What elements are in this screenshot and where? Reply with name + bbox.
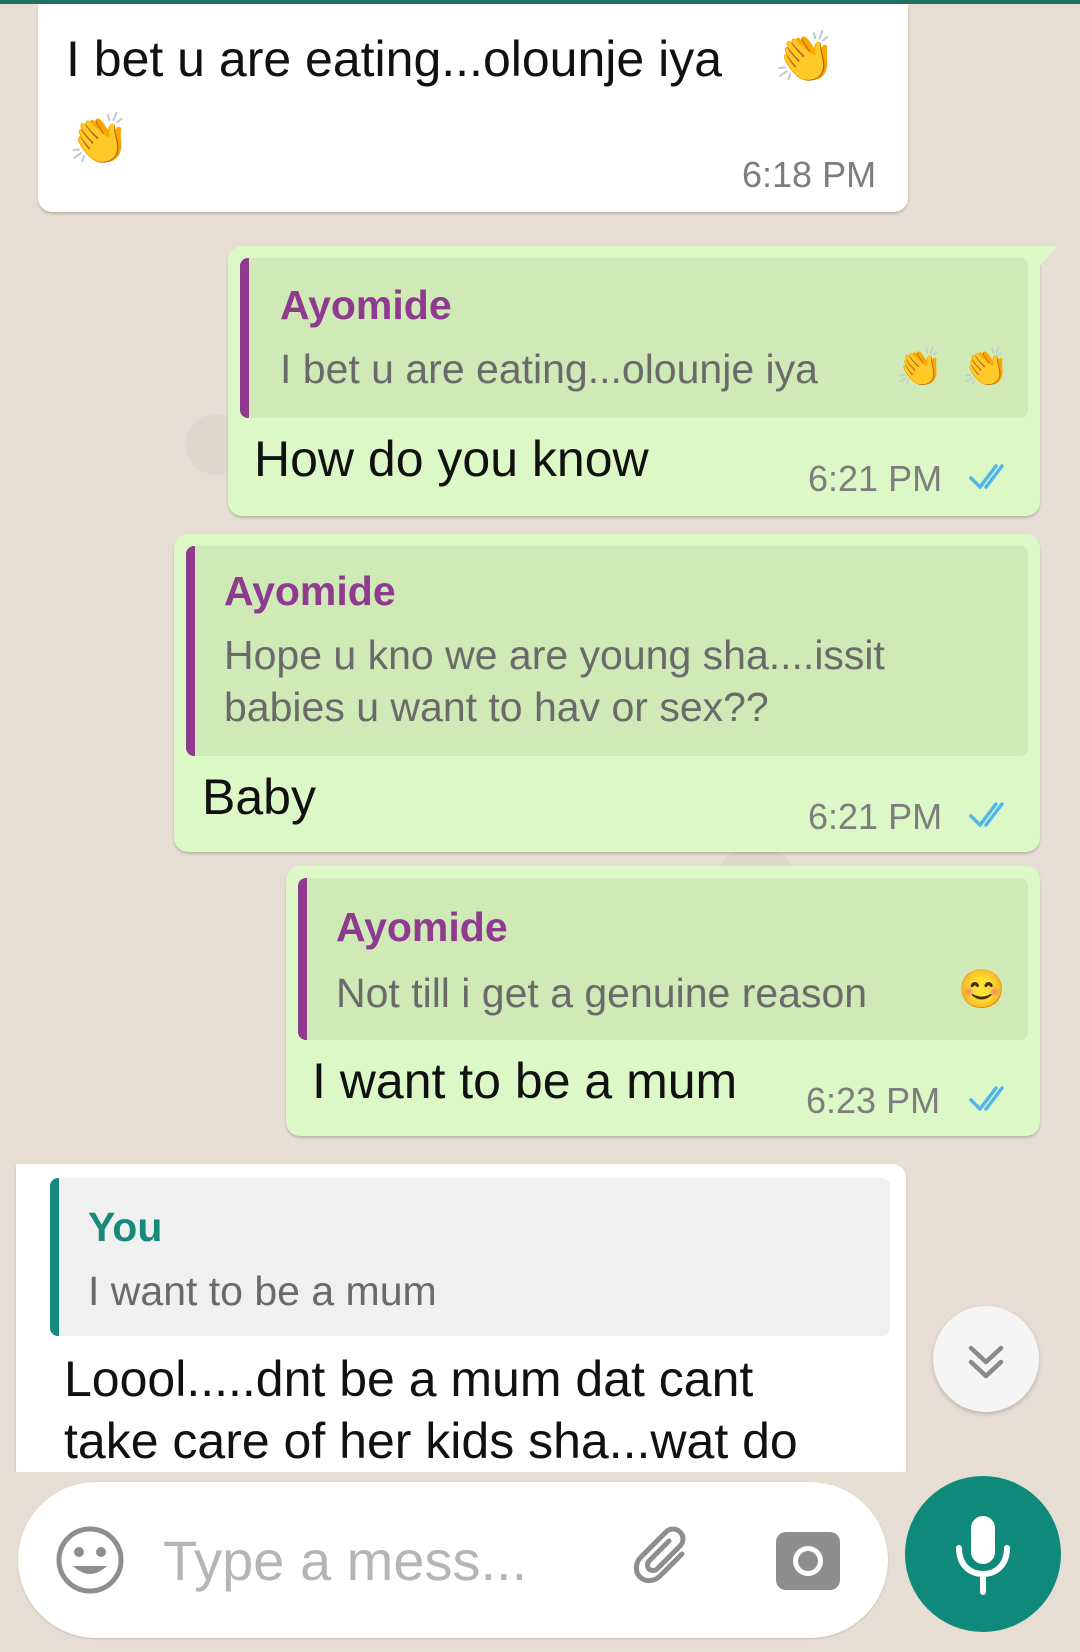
outgoing-message[interactable]: Ayomide Hope u kno we are young sha....i… xyxy=(174,534,1040,852)
quote-accent-bar xyxy=(50,1178,59,1336)
quote-author: You xyxy=(88,1204,163,1250)
message-text: I bet u are eating...olounje iya xyxy=(66,31,723,87)
mic-icon xyxy=(956,1516,1010,1595)
outgoing-message[interactable]: Ayomide Not till i get a genuine reason … xyxy=(286,866,1040,1136)
quoted-message[interactable]: You I want to be a mum xyxy=(50,1178,890,1336)
quote-author: Ayomide xyxy=(280,282,452,328)
quote-author: Ayomide xyxy=(336,904,508,950)
quote-accent-bar xyxy=(186,546,195,756)
incoming-message[interactable]: I bet u are eating...olounje iya 👏 👏 6:1… xyxy=(38,4,908,212)
read-receipt-icon xyxy=(969,464,1004,489)
emoji-icon[interactable] xyxy=(52,1522,128,1598)
quote-text-line-2: babies u want to hav or sex?? xyxy=(224,684,769,730)
message-input-placeholder: Type a mess... xyxy=(163,1529,528,1592)
composer-bar: Type a mess... xyxy=(0,1472,1080,1652)
clapping-hands-icon: 👏 xyxy=(896,347,944,389)
clapping-hands-icon: 👏 xyxy=(774,29,837,85)
quote-text-line-1: Hope u kno we are young sha....issit xyxy=(224,632,885,678)
attach-icon[interactable] xyxy=(624,1520,704,1600)
clapping-hands-icon: 👏 xyxy=(962,347,1010,389)
message-text-line-2: take care of her kids sha...wat do xyxy=(64,1413,798,1469)
message-time: 6:23 PM xyxy=(806,1080,941,1121)
quoted-message[interactable]: Ayomide Hope u kno we are young sha....i… xyxy=(186,546,1028,756)
message-text: How do you know xyxy=(254,431,649,487)
quote-text: I bet u are eating...olounje iya xyxy=(280,346,818,392)
quote-accent-bar xyxy=(298,878,307,1040)
quoted-message[interactable]: Ayomide I bet u are eating...olounje iya… xyxy=(240,258,1028,418)
smiling-face-icon: 😊 xyxy=(958,969,1006,1011)
quote-author: Ayomide xyxy=(224,568,396,614)
message-time: 6:21 PM xyxy=(808,458,943,499)
outgoing-message[interactable]: Ayomide I bet u are eating...olounje iya… xyxy=(228,246,1058,516)
message-time: 6:18 PM xyxy=(742,154,877,195)
incoming-message[interactable]: You I want to be a mum Loool.....dnt be … xyxy=(16,1164,906,1472)
read-receipt-icon xyxy=(969,802,1004,827)
message-text-line-1: Loool.....dnt be a mum dat cant xyxy=(64,1351,754,1407)
chat-view[interactable]: I bet u are eating...olounje iya 👏 👏 6:1… xyxy=(0,4,1080,1472)
voice-message-button[interactable] xyxy=(905,1476,1061,1632)
message-input[interactable]: Type a mess... xyxy=(18,1482,888,1638)
clapping-hands-icon: 👏 xyxy=(68,111,131,167)
message-time: 6:21 PM xyxy=(808,796,943,837)
bubble-tail xyxy=(1036,246,1058,270)
message-text: Baby xyxy=(202,769,316,825)
message-text: I want to be a mum xyxy=(312,1053,738,1109)
read-receipt-icon xyxy=(969,1086,1004,1111)
quote-text: Not till i get a genuine reason xyxy=(336,970,868,1016)
camera-icon[interactable] xyxy=(772,1524,844,1596)
quote-accent-bar xyxy=(240,258,249,418)
quote-text: I want to be a mum xyxy=(88,1268,437,1314)
quoted-message[interactable]: Ayomide Not till i get a genuine reason … xyxy=(298,878,1028,1040)
double-chevron-down-icon xyxy=(968,1345,1004,1379)
scroll-to-bottom-button[interactable] xyxy=(933,1306,1039,1412)
